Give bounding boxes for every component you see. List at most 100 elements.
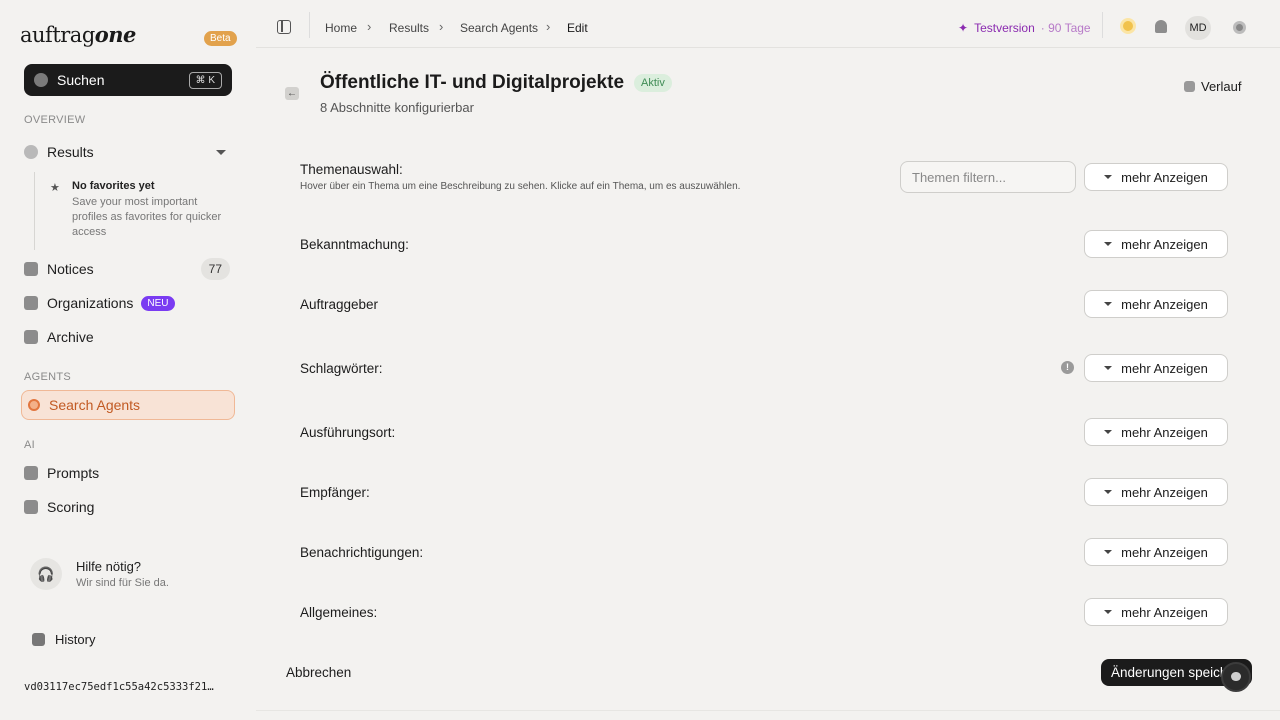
status-badge: Aktiv	[634, 74, 672, 92]
chip-icon	[24, 466, 38, 480]
breadcrumb-search-agents[interactable]: Search Agents	[460, 21, 538, 35]
headset-icon: 🎧	[30, 558, 62, 590]
favorites-description: Save your most important profiles as fav…	[72, 196, 222, 238]
chevron-right-icon: ›	[546, 19, 551, 34]
sidebar-item-search-agents[interactable]: Search Agents	[21, 390, 235, 420]
gear-icon[interactable]	[1233, 21, 1246, 34]
show-more-button[interactable]: mehr Anzeigen	[1084, 354, 1228, 382]
help-title: Hilfe nötig?	[76, 559, 142, 574]
page-subtitle: 8 Abschnitte konfigurierbar	[320, 100, 474, 115]
avatar[interactable]: MD	[1185, 16, 1211, 40]
sun-icon[interactable]	[1120, 18, 1136, 34]
help-card[interactable]: 🎧 Hilfe nötig? Wir sind für Sie da.	[30, 556, 230, 592]
page-title: Öffentliche IT- und Digitalprojekte Akti…	[320, 72, 672, 94]
divider	[1102, 12, 1103, 38]
star-icon: ★	[50, 182, 60, 194]
section-label: Benachrichtigungen:	[300, 545, 424, 560]
chevron-down-icon	[1104, 430, 1113, 434]
chevron-right-icon: ›	[367, 19, 372, 34]
trial-badge[interactable]: ✦ Testversion · 90 Tage	[958, 21, 1091, 35]
search-shortcut: ⌘ K	[188, 71, 222, 89]
sidebar-item-label: Archive	[47, 329, 94, 345]
archive-icon	[24, 330, 38, 344]
chevron-right-icon: ›	[439, 19, 444, 34]
chevron-down-icon	[1104, 366, 1113, 370]
breadcrumb-edit: Edit	[567, 21, 588, 35]
sidebar-item-label: Search Agents	[49, 397, 141, 413]
sidebar-item-notices[interactable]: Notices 77	[24, 256, 232, 282]
chevron-down-icon	[1104, 242, 1113, 246]
beta-badge: Beta	[204, 31, 237, 46]
divider	[256, 710, 1280, 720]
search-agents-icon	[28, 399, 40, 411]
scoring-icon	[24, 500, 38, 514]
section-label: Bekanntmachung:	[300, 237, 409, 252]
show-more-button[interactable]: mehr Anzeigen	[1084, 290, 1228, 318]
sidebar-item-prompts[interactable]: Prompts	[24, 460, 232, 486]
show-more-button[interactable]: mehr Anzeigen	[1084, 230, 1228, 258]
chevron-down-icon	[1104, 302, 1113, 306]
sidebar-item-label: Notices	[47, 261, 94, 277]
notices-count-badge: 77	[200, 258, 230, 280]
back-arrow-icon[interactable]: ←	[285, 87, 299, 100]
history-icon	[32, 633, 45, 646]
top-bar: Home › Results › Search Agents › Edit ✦ …	[256, 0, 1280, 48]
show-more-button[interactable]: mehr Anzeigen	[1084, 163, 1228, 191]
history-icon	[1184, 81, 1195, 92]
sidebar-item-label: Prompts	[47, 465, 100, 481]
sidebar-item-history[interactable]: History	[32, 632, 95, 647]
themen-filter-input[interactable]	[900, 161, 1076, 193]
show-more-button[interactable]: mehr Anzeigen	[1084, 598, 1228, 626]
sparkle-icon: ✦	[958, 21, 969, 35]
trial-label: Testversion	[974, 21, 1035, 35]
sidebar: auftragone Beta Suchen ⌘ K OVERVIEW Resu…	[0, 0, 256, 720]
chevron-down-icon	[1104, 550, 1113, 554]
section-label-overview: OVERVIEW	[24, 114, 86, 126]
chat-icon[interactable]	[1221, 662, 1251, 692]
sidebar-item-label: Organizations	[47, 295, 134, 311]
sidebar-item-archive[interactable]: Archive	[24, 324, 232, 350]
favorites-empty: ★ No favorites yet Save your most import…	[50, 180, 230, 240]
search-icon	[34, 73, 48, 87]
chevron-down-icon[interactable]	[216, 149, 226, 155]
breadcrumb-home[interactable]: Home	[325, 21, 357, 35]
search-label: Suchen	[57, 72, 105, 88]
organizations-icon	[24, 296, 38, 310]
favorites-title: No favorites yet	[72, 180, 155, 192]
sidebar-item-label: Results	[47, 144, 94, 160]
sidebar-item-organizations[interactable]: Organizations NEU	[24, 290, 232, 316]
sidebar-item-label: History	[55, 632, 96, 647]
divider	[309, 12, 310, 38]
section-description: Hover über ein Thema um eine Beschreibun…	[300, 181, 741, 192]
cancel-button[interactable]: Abbrechen	[286, 665, 351, 680]
show-more-button[interactable]: mehr Anzeigen	[1084, 538, 1228, 566]
bell-icon[interactable]	[1155, 20, 1167, 33]
results-icon	[24, 145, 38, 159]
trial-days: · 90 Tage	[1040, 21, 1091, 35]
help-subtitle: Wir sind für Sie da.	[76, 577, 169, 589]
show-more-button[interactable]: mehr Anzeigen	[1084, 418, 1228, 446]
section-label-agents: AGENTS	[24, 371, 72, 383]
version-hash: vd03117ec75edf1c55a42c5333f21…	[24, 681, 214, 693]
section-label: Schlagwörter:	[300, 361, 383, 376]
search-button[interactable]: Suchen ⌘ K	[24, 64, 232, 96]
sidebar-item-label: Scoring	[47, 499, 95, 515]
section-label: Empfänger:	[300, 485, 370, 500]
notices-icon	[24, 262, 38, 276]
chevron-down-icon	[1104, 610, 1113, 614]
breadcrumb-results[interactable]: Results	[389, 21, 429, 35]
show-more-button[interactable]: mehr Anzeigen	[1084, 478, 1228, 506]
chevron-down-icon	[1104, 175, 1113, 179]
sidebar-item-results[interactable]: Results	[24, 139, 232, 165]
new-badge: NEU	[141, 295, 175, 311]
logo[interactable]: auftragone	[20, 22, 136, 47]
history-button[interactable]: Verlauf	[1184, 79, 1241, 94]
section-label: Themenauswahl:	[300, 162, 403, 177]
sidebar-item-scoring[interactable]: Scoring	[24, 494, 232, 520]
sidebar-toggle-icon[interactable]	[277, 20, 291, 34]
section-label: Allgemeines:	[300, 605, 378, 620]
section-label: Auftraggeber	[300, 297, 379, 312]
chevron-down-icon	[1104, 490, 1113, 494]
main-content: ← Öffentliche IT- und Digitalprojekte Ak…	[256, 48, 1280, 720]
info-icon[interactable]: !	[1061, 361, 1074, 374]
